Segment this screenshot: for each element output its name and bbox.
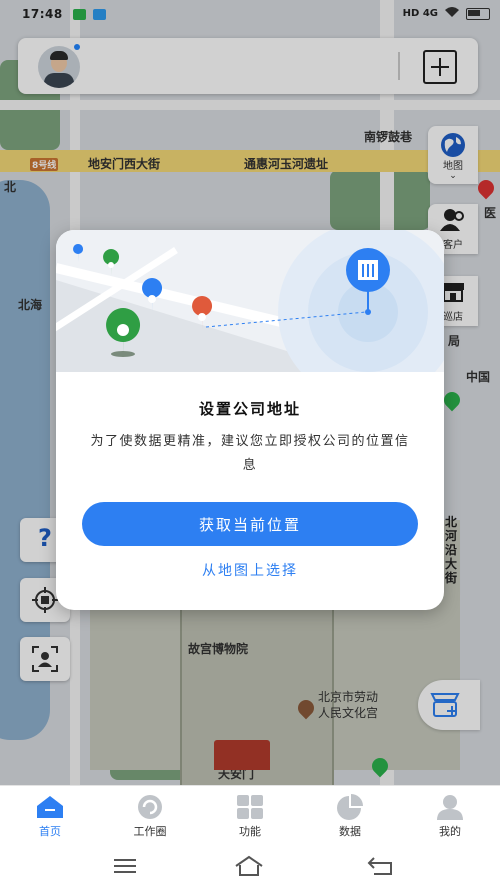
tab-home[interactable]: 首页 xyxy=(0,786,100,844)
tab-functions-label: 功能 xyxy=(239,825,261,838)
work-circle-icon xyxy=(138,795,162,819)
map-illustration xyxy=(56,230,444,372)
menu-icon[interactable] xyxy=(110,855,140,877)
dialog-illustration xyxy=(56,230,444,372)
home-icon xyxy=(37,796,63,818)
profile-icon xyxy=(437,795,463,820)
home-outline-icon[interactable] xyxy=(234,855,264,877)
tab-work-circle-label: 工作圈 xyxy=(133,825,167,838)
bottom-tab-bar: 首页 工作圈 功能 数据 我的 xyxy=(0,785,500,844)
get-current-location-button[interactable]: 获取当前位置 xyxy=(82,502,418,546)
tab-profile-label: 我的 xyxy=(439,825,461,838)
tab-data-label: 数据 xyxy=(339,825,361,838)
tab-profile[interactable]: 我的 xyxy=(400,786,500,844)
company-address-dialog: 设置公司地址 为了使数据更精准，建议您立即授权公司的位置信息 获取当前位置 从地… xyxy=(56,230,444,610)
tab-home-label: 首页 xyxy=(39,825,61,838)
system-navigation-bar xyxy=(0,843,500,889)
choose-from-map-link[interactable]: 从地图上选择 xyxy=(56,560,444,580)
dialog-title: 设置公司地址 xyxy=(198,400,301,418)
tab-functions[interactable]: 功能 xyxy=(200,786,300,844)
back-icon[interactable] xyxy=(366,855,396,877)
tab-work-circle[interactable]: 工作圈 xyxy=(100,786,200,844)
pie-chart-icon xyxy=(337,794,363,820)
tab-data[interactable]: 数据 xyxy=(300,786,400,844)
grid-icon xyxy=(237,795,263,819)
dialog-message: 为了使数据更精准，建议您立即授权公司的位置信息 xyxy=(90,434,410,473)
